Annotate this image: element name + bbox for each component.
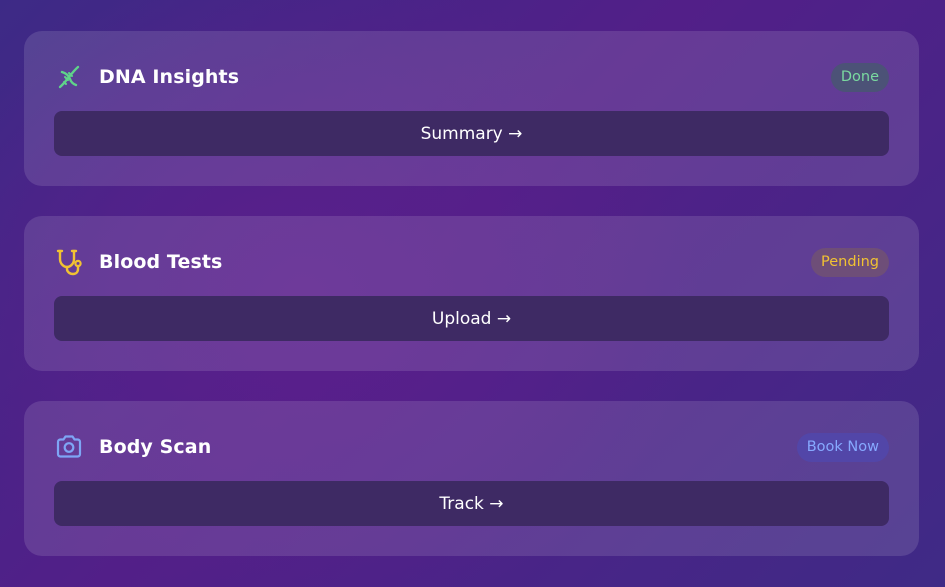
stethoscope-icon	[54, 247, 84, 277]
card-blood-tests: Blood Tests Pending Upload →	[24, 216, 919, 371]
card-header: Body Scan Book Now	[54, 430, 889, 464]
card-body-scan: Body Scan Book Now Track →	[24, 401, 919, 556]
track-button[interactable]: Track →	[54, 481, 889, 526]
dna-icon	[54, 62, 84, 92]
card-header: DNA Insights Done	[54, 60, 889, 94]
card-header: Blood Tests Pending	[54, 245, 889, 279]
status-badge: Done	[830, 62, 889, 92]
card-dna-insights: DNA Insights Done Summary →	[24, 31, 919, 186]
upload-button[interactable]: Upload →	[54, 296, 889, 341]
book-now-badge[interactable]: Book Now	[796, 432, 889, 462]
card-title: DNA Insights	[99, 66, 240, 88]
camera-icon	[54, 432, 84, 462]
status-badge: Pending	[811, 247, 889, 277]
card-title: Body Scan	[99, 436, 212, 458]
test-card-list: DNA Insights Done Summary → Blood Tests …	[24, 31, 919, 586]
summary-button[interactable]: Summary →	[54, 111, 889, 156]
card-title: Blood Tests	[99, 251, 223, 273]
